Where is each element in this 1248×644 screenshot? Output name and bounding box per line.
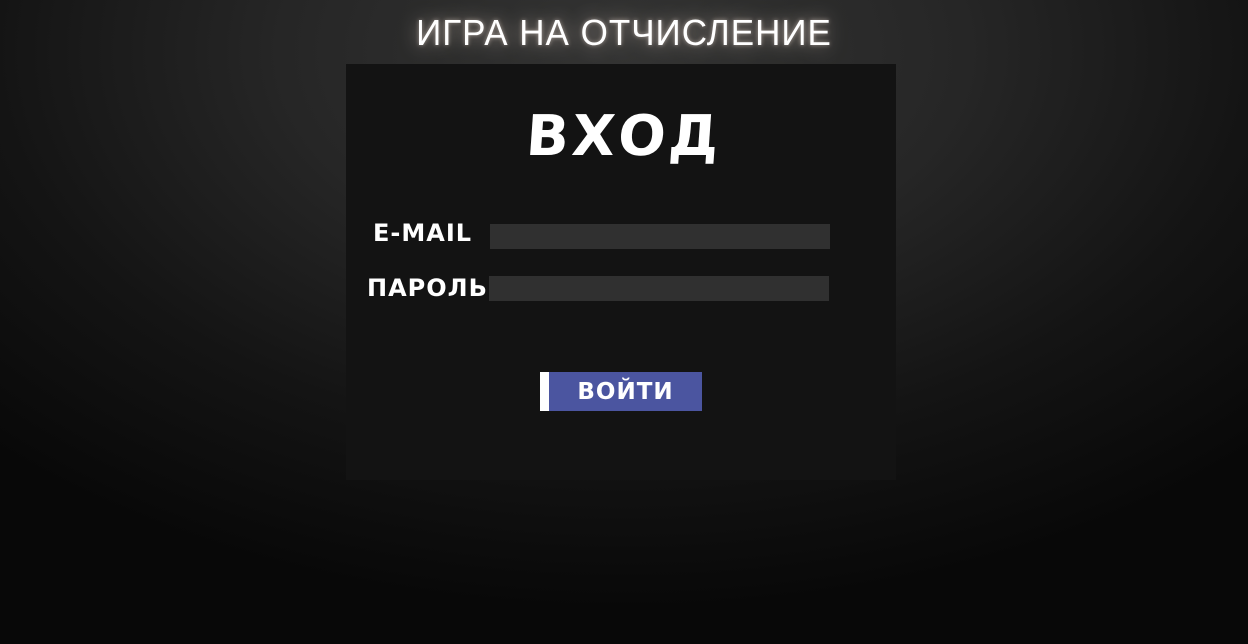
password-input[interactable] [489, 276, 829, 301]
login-button[interactable]: ВОЙТИ [540, 372, 702, 411]
site-title: ИГРА НА ОТЧИСЛЕНИЕ [416, 13, 832, 54]
password-label: ПАРОЛЬ [367, 274, 488, 302]
login-heading: ВХОД [524, 104, 724, 169]
email-label: E-MAIL [373, 219, 473, 247]
email-input[interactable] [490, 224, 830, 249]
